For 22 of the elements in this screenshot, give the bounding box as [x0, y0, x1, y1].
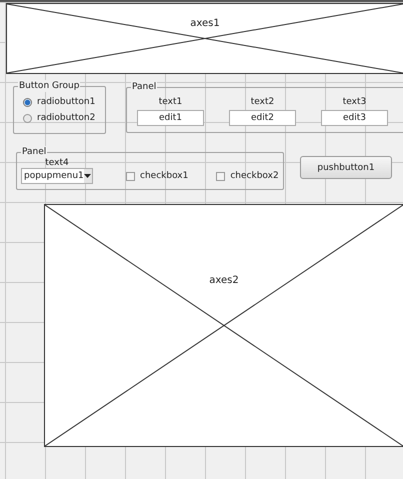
- axes-label: axes1: [190, 18, 220, 29]
- panel-title: Button Group: [18, 80, 80, 92]
- checkbox-icon[interactable]: [216, 172, 226, 180]
- edit-field[interactable]: edit3: [321, 110, 388, 126]
- static-text: text3: [342, 97, 366, 107]
- popup-menu[interactable]: popupmenu1: [21, 168, 93, 184]
- radio-icon[interactable]: [23, 98, 32, 106]
- checkbox[interactable]: checkbox2: [216, 171, 279, 181]
- push-button[interactable]: pushbutton1: [300, 156, 392, 179]
- panel-title: Panel: [21, 146, 48, 158]
- checkbox[interactable]: checkbox1: [126, 171, 188, 181]
- radio-icon[interactable]: [23, 114, 32, 122]
- radio-button[interactable]: radiobutton2: [23, 113, 105, 123]
- checkbox-icon[interactable]: [126, 172, 135, 180]
- static-text: text2: [250, 97, 274, 107]
- radio-button[interactable]: radiobutton1: [23, 97, 105, 107]
- edit-field[interactable]: edit2: [229, 110, 296, 126]
- static-text: text1: [158, 97, 182, 107]
- caret-icon[interactable]: [84, 169, 92, 183]
- static-text: text4: [45, 158, 69, 168]
- axes-label: axes2: [209, 275, 239, 286]
- edit-field[interactable]: edit1: [137, 110, 204, 126]
